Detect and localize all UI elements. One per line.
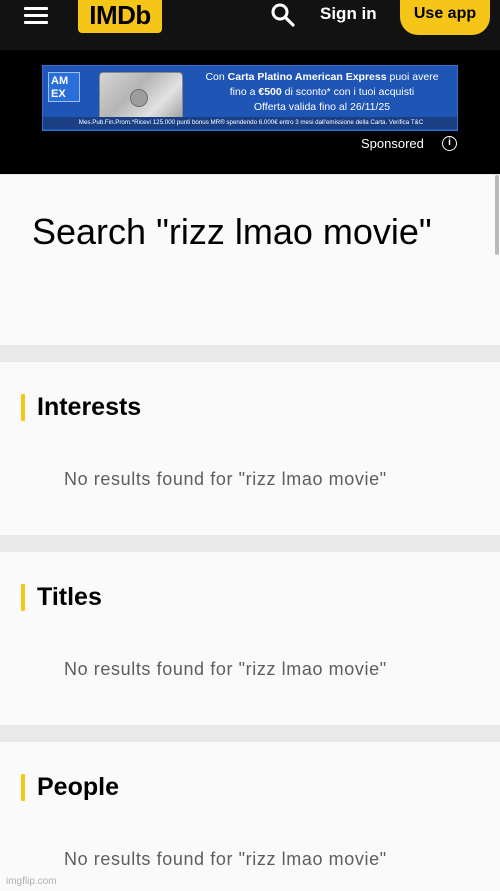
card-centurion-emblem	[130, 89, 148, 107]
ad-line-1: Con Carta Platino American Express puoi …	[205, 71, 439, 83]
platinum-card-image	[99, 72, 183, 122]
ad-line-2: fino a €500 di sconto* con i tuoi acquis…	[229, 86, 415, 98]
no-results-message: No results found for "rizz lmao movie"	[64, 659, 387, 679]
info-icon[interactable]: i	[442, 136, 457, 151]
ad-container: AM EX Con Carta Platino American Express …	[0, 50, 500, 174]
people-section: People No results found for "rizz lmao m…	[0, 742, 500, 891]
search-icon[interactable]	[270, 2, 296, 28]
section-accent-bar	[21, 394, 25, 421]
section-accent-bar	[21, 584, 25, 611]
section-heading-titles: Titles	[37, 583, 102, 611]
sponsored-label: Sponsored	[361, 136, 424, 151]
imgflip-watermark: imgflip.com	[6, 876, 57, 887]
section-heading-people: People	[37, 773, 119, 801]
sign-in-link[interactable]: Sign in	[320, 3, 377, 25]
section-accent-bar	[21, 774, 25, 801]
page-title: Search "rizz lmao movie"	[32, 211, 432, 252]
amex-ad-banner[interactable]: AM EX Con Carta Platino American Express …	[42, 65, 458, 131]
titles-section: Titles No results found for "rizz lmao m…	[0, 552, 500, 725]
ad-line-3: Offerta valida fino al 26/11/25	[253, 101, 391, 113]
ad-copy: Con Carta Platino American Express puoi …	[191, 70, 453, 115]
section-heading-interests: Interests	[37, 393, 142, 421]
page-scrollbar[interactable]	[495, 175, 499, 255]
hamburger-menu-icon[interactable]	[24, 5, 50, 25]
imdb-logo[interactable]: IMDb	[78, 0, 162, 33]
amex-logo: AM EX	[48, 72, 80, 102]
ad-fine-print: Mes.Pub.Fin.Prom.*Ricevi 125.000 punti b…	[43, 117, 457, 129]
use-app-button[interactable]: Use app	[400, 0, 490, 35]
top-navigation-bar: IMDb Sign in Use app	[0, 0, 500, 50]
search-header-card: Search "rizz lmao movie"	[0, 175, 500, 345]
no-results-message: No results found for "rizz lmao movie"	[64, 849, 387, 869]
no-results-message: No results found for "rizz lmao movie"	[64, 469, 387, 489]
interests-section: Interests No results found for "rizz lma…	[0, 362, 500, 535]
